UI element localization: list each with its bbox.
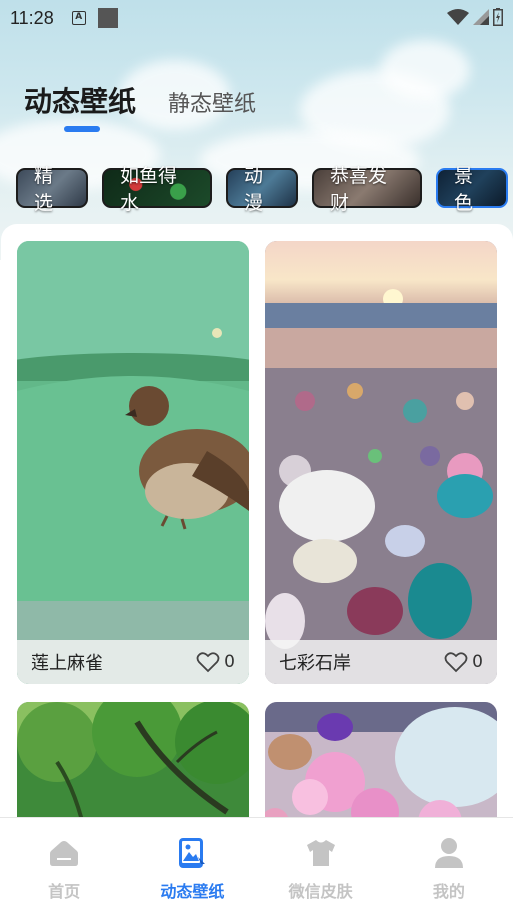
tshirt-icon xyxy=(304,836,338,870)
bottom-navigation: 首页 动态壁纸 微信皮肤 我的 xyxy=(0,817,513,912)
nav-item-profile[interactable]: 我的 xyxy=(385,818,513,912)
battery-icon xyxy=(493,8,503,26)
category-chip-label: 恭喜发财 xyxy=(330,165,388,214)
status-bar: 11:28 A xyxy=(0,0,513,36)
heart-outline-icon xyxy=(444,652,468,673)
home-icon xyxy=(47,836,81,870)
wallpaper-thumbnail xyxy=(17,241,249,684)
card-footer: 七彩石岸 0 xyxy=(265,640,497,684)
heart-outline-icon xyxy=(196,652,220,673)
category-chip-label: 景色 xyxy=(454,165,474,214)
card-footer: 莲上麻雀 0 xyxy=(17,640,249,684)
category-chip-label: 精选 xyxy=(34,165,54,214)
status-time: 11:28 xyxy=(10,7,54,28)
category-chip-scenery[interactable]: 景色 xyxy=(436,165,508,214)
nav-item-home[interactable]: 首页 xyxy=(0,818,128,912)
wallpaper-card[interactable]: 七彩石岸 0 xyxy=(265,241,497,684)
nav-label: 微信皮肤 xyxy=(288,882,353,901)
signal-icon xyxy=(473,9,489,25)
wallpaper-thumbnail xyxy=(265,241,497,684)
wifi-icon xyxy=(447,9,469,25)
nav-label: 首页 xyxy=(48,882,81,901)
live-wallpaper-icon xyxy=(175,836,209,870)
nav-item-live-wallpaper[interactable]: 动态壁纸 xyxy=(128,818,256,912)
category-chip-fish[interactable]: 如鱼得水 xyxy=(102,165,212,214)
nav-item-wechat-skin[interactable]: 微信皮肤 xyxy=(257,818,385,912)
tab-static-wallpaper[interactable]: 静态壁纸 xyxy=(168,86,256,120)
nav-label: 我的 xyxy=(432,882,465,901)
like-count: 0 xyxy=(224,652,235,672)
category-chip-label: 如鱼得水 xyxy=(120,165,178,214)
notification-square-icon xyxy=(97,8,118,28)
category-chips: 精选 如鱼得水 动漫 恭喜发财 景色 xyxy=(16,165,508,214)
wallpaper-title: 莲上麻雀 xyxy=(31,653,103,674)
notification-a-icon: A xyxy=(71,11,86,25)
category-chip-featured[interactable]: 精选 xyxy=(16,165,88,214)
like-count: 0 xyxy=(472,652,483,672)
wallpaper-card[interactable]: 莲上麻雀 0 xyxy=(17,241,249,684)
active-tab-indicator xyxy=(64,126,100,132)
category-chip-fortune[interactable]: 恭喜发财 xyxy=(312,165,422,214)
wallpaper-type-tabs: 动态壁纸 静态壁纸 xyxy=(24,80,256,120)
like-button[interactable]: 0 xyxy=(444,651,483,673)
like-button[interactable]: 0 xyxy=(196,651,235,673)
wallpaper-title: 七彩石岸 xyxy=(279,653,351,674)
wallpaper-grid: 莲上麻雀 0 七彩石岸 0 xyxy=(1,224,513,842)
category-chip-anime[interactable]: 动漫 xyxy=(226,165,298,214)
nav-label: 动态壁纸 xyxy=(160,882,225,901)
category-chip-label: 动漫 xyxy=(244,165,264,214)
tab-live-wallpaper[interactable]: 动态壁纸 xyxy=(24,80,136,120)
user-icon xyxy=(432,836,466,870)
